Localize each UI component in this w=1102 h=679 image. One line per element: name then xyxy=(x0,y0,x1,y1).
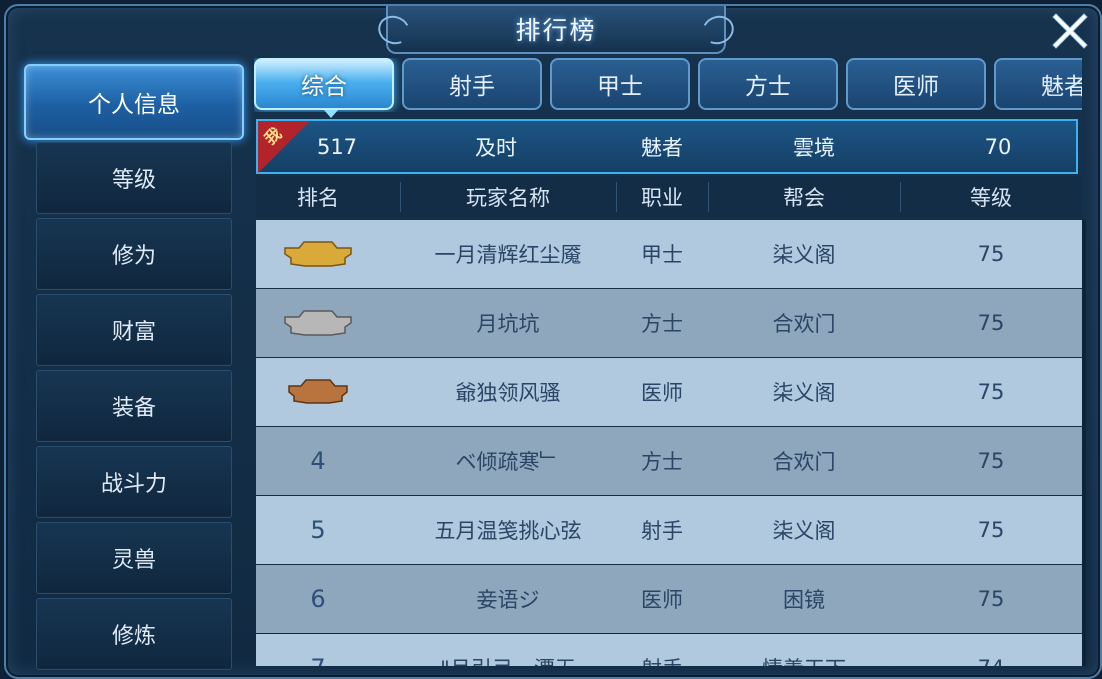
sidebar: 个人信息 等级 修为 财富 装备 战斗力 灵兽 修炼 xyxy=(24,62,244,672)
player-name: ベ倾疏寒﹂ xyxy=(455,450,561,474)
tab-mage[interactable]: 方士 xyxy=(698,58,838,110)
list-scrollbar[interactable] xyxy=(1082,220,1086,666)
sidebar-item-label: 战斗力 xyxy=(100,472,167,497)
header-class: 职业 xyxy=(641,186,683,210)
player-level: 75 xyxy=(977,242,1005,266)
bronze-medal-icon xyxy=(283,376,353,408)
rank-cell: 6 xyxy=(310,585,326,613)
table-header: 排名 玩家名称 职业 帮会 等级 xyxy=(256,176,1082,218)
sidebar-item-label: 修炼 xyxy=(111,624,156,649)
player-guild: 柒义阁 xyxy=(772,243,836,267)
tab-all[interactable]: 综合 xyxy=(254,58,394,110)
player-level: 75 xyxy=(977,449,1005,473)
table-row[interactable]: 一月清辉红尘魇 甲士 柒义阁 75 xyxy=(256,220,1082,288)
table-row[interactable]: 6 妾语ジ 医师 困镜 75 xyxy=(256,565,1082,633)
my-name: 及时 xyxy=(475,135,517,160)
player-guild: 困镜 xyxy=(783,588,825,612)
player-name: "月引弓、潭无 xyxy=(400,634,616,666)
rank-cell xyxy=(256,289,380,357)
header-level: 等级 xyxy=(970,186,1012,210)
player-guild: 合欢门 xyxy=(772,450,836,474)
silver-medal-icon xyxy=(283,307,353,339)
rank-cell xyxy=(256,220,380,288)
active-tab-pointer xyxy=(324,110,338,118)
close-button[interactable] xyxy=(1048,8,1092,52)
player-guild: 合欢门 xyxy=(772,312,836,336)
sidebar-item-label: 灵兽 xyxy=(111,548,156,573)
player-name: 五月温笺挑心弦 xyxy=(434,519,582,543)
player-level: 74 xyxy=(900,634,1082,666)
class-tabs: 综合 射手 甲士 方士 医师 魅者 xyxy=(254,58,1082,112)
player-name: 爺独领风骚 xyxy=(455,381,561,405)
sidebar-item-training[interactable]: 修炼 xyxy=(36,598,232,670)
tab-charmer[interactable]: 魅者 xyxy=(994,58,1082,110)
sidebar-item-label: 修为 xyxy=(111,244,156,269)
leaderboard-window: 排行榜 个人信息 等级 修为 财富 装备 战斗力 灵兽 修炼 综合 射手 甲士 … xyxy=(4,4,1102,679)
sidebar-item-label: 装备 xyxy=(111,396,156,421)
ornament-right xyxy=(698,11,738,49)
tab-healer[interactable]: 医师 xyxy=(846,58,986,110)
tab-label: 方士 xyxy=(745,74,791,100)
tab-warrior[interactable]: 甲士 xyxy=(550,58,690,110)
title-bar: 排行榜 xyxy=(374,6,738,54)
player-level: 75 xyxy=(977,311,1005,335)
sidebar-item-personal-info[interactable]: 个人信息 xyxy=(24,64,244,140)
sidebar-item-label: 等级 xyxy=(111,168,156,193)
my-guild: 雲境 xyxy=(793,135,835,160)
player-guild: 柒义阁 xyxy=(772,519,836,543)
player-guild: 情義天下 xyxy=(708,634,900,666)
header-player-name: 玩家名称 xyxy=(466,186,550,210)
player-level: 75 xyxy=(977,380,1005,404)
tab-label: 综合 xyxy=(301,74,347,100)
header-rank: 排名 xyxy=(297,186,339,210)
my-rank-row[interactable]: 我 517 及时 魅者 雲境 70 xyxy=(256,119,1078,174)
my-rank: 517 xyxy=(316,134,358,159)
close-icon xyxy=(1052,13,1088,49)
player-class: 射手 xyxy=(616,634,708,666)
sidebar-item-label: 个人信息 xyxy=(88,92,180,118)
sidebar-item-level[interactable]: 等级 xyxy=(36,142,232,214)
tab-label: 医师 xyxy=(893,74,939,100)
rank-cell: 7 xyxy=(256,634,380,666)
player-class: 射手 xyxy=(641,519,683,543)
player-guild: 柒义阁 xyxy=(772,381,836,405)
rank-cell: 5 xyxy=(310,516,326,544)
player-name: 妾语ジ xyxy=(476,588,540,612)
sidebar-item-label: 财富 xyxy=(111,320,156,345)
player-level: 75 xyxy=(977,518,1005,542)
tab-label: 魅者 xyxy=(1041,74,1082,100)
my-level: 70 xyxy=(984,134,1012,159)
player-level: 75 xyxy=(977,587,1005,611)
table-row[interactable]: 7 "月引弓、潭无 射手 情義天下 74 xyxy=(256,634,1082,666)
player-name: 月坑坑 xyxy=(476,312,540,336)
sidebar-item-cultivation[interactable]: 修为 xyxy=(36,218,232,290)
player-class: 医师 xyxy=(641,381,683,405)
ranking-list[interactable]: 一月清辉红尘魇 甲士 柒义阁 75 月坑坑 方士 合欢门 75 爺独领风骚 医师 xyxy=(256,220,1082,666)
rank-cell: 4 xyxy=(310,447,326,475)
my-class: 魅者 xyxy=(641,135,683,160)
table-row[interactable]: 5 五月温笺挑心弦 射手 柒义阁 75 xyxy=(256,496,1082,564)
table-row[interactable]: 爺独领风骚 医师 柒义阁 75 xyxy=(256,358,1082,426)
gold-medal-icon xyxy=(283,238,353,270)
rank-cell xyxy=(256,358,380,426)
tab-label: 甲士 xyxy=(597,74,643,100)
table-row[interactable]: 月坑坑 方士 合欢门 75 xyxy=(256,289,1082,357)
header-guild: 帮会 xyxy=(783,186,825,210)
sidebar-item-pet[interactable]: 灵兽 xyxy=(36,522,232,594)
sidebar-item-combat-power[interactable]: 战斗力 xyxy=(36,446,232,518)
window-title: 排行榜 xyxy=(515,16,597,45)
sidebar-item-wealth[interactable]: 财富 xyxy=(36,294,232,366)
player-name: 一月清辉红尘魇 xyxy=(434,243,582,267)
player-class: 方士 xyxy=(641,312,683,336)
tab-label: 射手 xyxy=(449,74,495,100)
ornament-left xyxy=(374,11,414,49)
player-class: 方士 xyxy=(641,450,683,474)
table-row[interactable]: 4 ベ倾疏寒﹂ 方士 合欢门 75 xyxy=(256,427,1082,495)
player-class: 甲士 xyxy=(641,243,683,267)
tab-archer[interactable]: 射手 xyxy=(402,58,542,110)
sidebar-item-equipment[interactable]: 装备 xyxy=(36,370,232,442)
player-class: 医师 xyxy=(641,588,683,612)
